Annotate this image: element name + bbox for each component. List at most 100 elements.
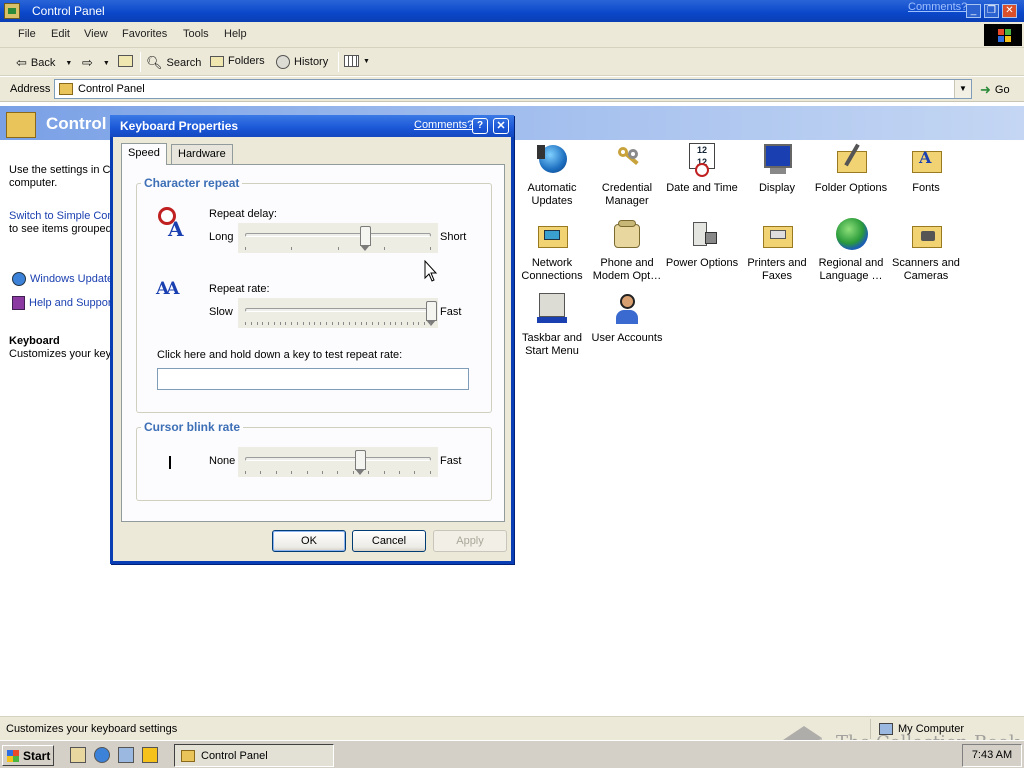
slider-tick [291, 247, 293, 250]
address-dropdown-button[interactable]: ▼ [954, 80, 971, 98]
slider-tick [366, 322, 368, 325]
help-support-link[interactable]: Help and Support [12, 296, 112, 310]
apply-button[interactable]: Apply [433, 530, 507, 552]
quick-launch-ie-icon[interactable] [94, 747, 110, 763]
slider-tick [414, 471, 416, 474]
test-repeat-input[interactable] [157, 368, 469, 390]
slider-tick [343, 322, 345, 325]
slider-ticks [245, 471, 431, 475]
quick-launch-desktop-icon[interactable] [70, 747, 86, 763]
menu-view[interactable]: View [84, 28, 108, 40]
item-automatic-updates[interactable]: Automatic Updates [514, 143, 590, 208]
menu-favorites[interactable]: Favorites [122, 28, 167, 40]
item-scanners-cameras[interactable]: Scanners and Cameras [888, 218, 964, 283]
repeat-delay-thumb[interactable] [360, 226, 372, 251]
dialog-comments-link[interactable]: Comments? [414, 119, 473, 131]
slider-tick [268, 322, 270, 325]
control-panel-icon [4, 3, 20, 19]
go-button[interactable]: ➜ Go [980, 82, 1010, 98]
item-user-accounts[interactable]: User Accounts [589, 293, 665, 345]
item-phone-modem[interactable]: Phone and Modem Opt… [589, 218, 665, 283]
close-button[interactable]: ✕ [1002, 4, 1017, 18]
forward-arrow-icon: ⇨ [82, 55, 93, 70]
slider-tick [322, 471, 324, 474]
switch-view-link[interactable]: Switch to Simple Control Panel [9, 210, 112, 223]
calendar-clock-icon: 12 12 [685, 143, 719, 177]
menu-file[interactable]: File [18, 28, 36, 40]
repeat-rate-slider[interactable] [238, 298, 438, 328]
start-button[interactable]: Start [2, 745, 54, 766]
dialog-help-button[interactable]: ? [472, 118, 488, 134]
dialog-title: Keyboard Properties [120, 119, 239, 133]
menu-help[interactable]: Help [224, 28, 247, 40]
windows-update-label: Windows Update [30, 273, 112, 285]
dialog-close-button[interactable]: ✕ [493, 118, 509, 134]
character-repeat-label: Character repeat [141, 176, 243, 190]
cursor-blink-thumb[interactable] [354, 450, 366, 475]
quick-launch-explorer-icon[interactable] [118, 747, 134, 763]
windows-update-icon [12, 272, 26, 286]
status-text: Customizes your keyboard settings [6, 723, 178, 735]
slider-tick [337, 471, 339, 474]
taskbar-icon [535, 293, 569, 327]
search-button[interactable]: 🔍︎ Search [146, 55, 201, 71]
repeat-rate-min-label: Slow [209, 306, 233, 318]
up-folder-button[interactable] [118, 55, 133, 67]
go-label: Go [994, 84, 1010, 96]
slider-track [245, 457, 431, 461]
restore-button[interactable]: ❐ [984, 4, 999, 18]
speed-tab-panel: Character repeat A Repeat delay: Long Sh… [121, 164, 505, 522]
slider-tick [406, 322, 408, 325]
tab-speed[interactable]: Speed [121, 143, 167, 165]
item-taskbar-start-menu[interactable]: Taskbar and Start Menu [514, 293, 590, 358]
slider-tick [429, 471, 431, 474]
slider-tick [260, 471, 262, 474]
item-credential-manager[interactable]: Credential Manager [589, 143, 665, 208]
item-display[interactable]: Display [739, 143, 815, 195]
item-folder-options[interactable]: Folder Options [813, 143, 889, 195]
ok-button[interactable]: OK [272, 530, 346, 552]
slider-tick [256, 322, 258, 325]
slider-tick [377, 322, 379, 325]
item-network-connections[interactable]: Network Connections [514, 218, 590, 283]
quick-launch-media-icon[interactable] [142, 747, 158, 763]
menu-tools[interactable]: Tools [183, 28, 209, 40]
repeat-rate-thumb[interactable] [425, 301, 437, 326]
item-date-and-time[interactable]: 12 12 Date and Time [664, 143, 740, 195]
cursor-blink-slider[interactable] [238, 447, 438, 477]
slider-tick [412, 322, 414, 325]
back-label: Back [30, 57, 56, 69]
slider-tick [337, 322, 339, 325]
views-button[interactable]: ▼ [344, 55, 370, 67]
tab-hardware[interactable]: Hardware [171, 144, 233, 164]
windows-update-link[interactable]: Windows Update [12, 272, 112, 286]
help-book-icon [12, 296, 25, 310]
help-support-label: Help and Support [29, 297, 112, 309]
folders-icon [210, 55, 224, 67]
item-label: Regional and Language … [818, 257, 884, 282]
item-regional-language[interactable]: Regional and Language … [813, 218, 889, 283]
address-input[interactable]: Control Panel [54, 79, 972, 99]
item-printers-faxes[interactable]: Printers and Faxes [739, 218, 815, 283]
item-power-options[interactable]: Power Options [664, 218, 740, 270]
cancel-button[interactable]: Cancel [352, 530, 426, 552]
globe-icon [834, 218, 868, 252]
taskbar-control-panel-button[interactable]: Control Panel [174, 744, 334, 767]
history-button[interactable]: History [276, 55, 328, 69]
slider-tick [325, 322, 327, 325]
slider-tick [352, 471, 354, 474]
back-button[interactable]: ⇦ Back ▼ [16, 55, 72, 71]
windows-flag-icon [7, 749, 19, 762]
folders-button[interactable]: Folders [210, 55, 265, 67]
slider-tick [245, 247, 246, 250]
panel-description: Use the settings in Control Panel to per… [9, 164, 112, 189]
minimize-button[interactable]: _ [966, 4, 981, 18]
menu-edit[interactable]: Edit [51, 28, 70, 40]
comments-link[interactable]: Comments? [908, 1, 967, 13]
dialog-title-bar: Keyboard Properties Comments? ? ✕ [110, 115, 514, 137]
item-fonts[interactable]: A Fonts [888, 143, 964, 195]
forward-button[interactable]: ⇨ ▼ [82, 55, 110, 71]
repeat-delay-slider[interactable] [238, 223, 438, 253]
address-bar: Address Control Panel ▼ ➜ Go [0, 77, 1024, 102]
repeat-delay-min-label: Long [209, 231, 234, 243]
